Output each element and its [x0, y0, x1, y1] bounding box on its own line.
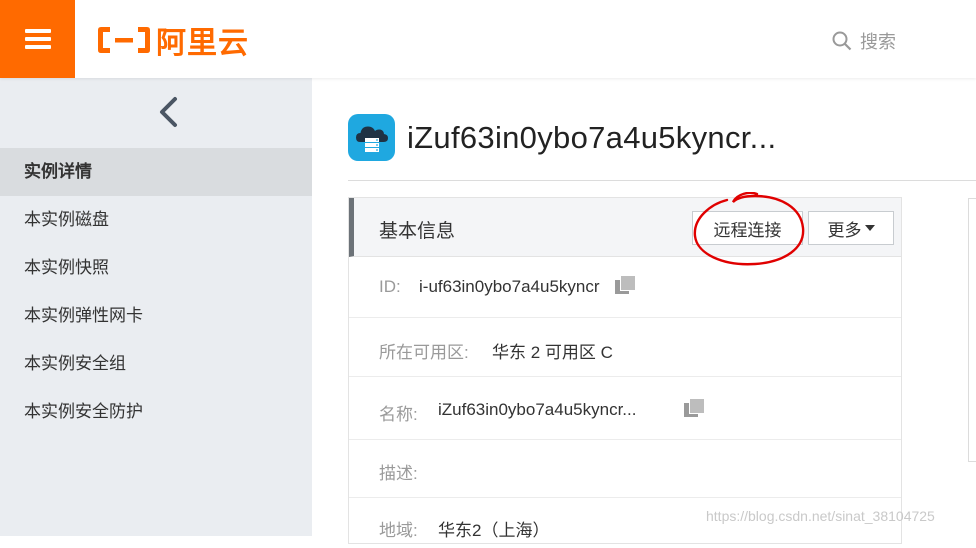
sidebar-item-instance-details[interactable]: 实例详情 [0, 148, 312, 196]
copy-icon[interactable] [684, 398, 705, 418]
top-bar: 阿里云 搜索 [0, 0, 976, 78]
more-label: 更多 [827, 220, 862, 240]
search-button[interactable]: 搜索 [832, 28, 896, 54]
zone-value: 华东 2 可用区 C [492, 343, 613, 362]
chevron-left-icon[interactable] [155, 96, 183, 128]
brand-name: 阿里云 [156, 26, 249, 61]
main-content: iZuf63in0ybo7a4u5kyncr... 基本信息 远程连接 更多 I… [312, 78, 976, 544]
sidebar-item-disks[interactable]: 本实例磁盘 [0, 196, 312, 244]
name-label: 名称: [379, 405, 418, 424]
card-header: 基本信息 远程连接 更多 [349, 192, 901, 266]
name-value: iZuf63in0ybo7a4u5kyncr... [438, 400, 637, 419]
region-label: 地域: [379, 521, 418, 540]
page-header: iZuf63in0ybo7a4u5kyncr... [348, 114, 776, 161]
more-button[interactable]: 更多 [808, 211, 894, 245]
menu-button[interactable] [0, 0, 75, 78]
sidebar-nav: 实例详情 本实例磁盘 本实例快照 本实例弹性网卡 本实例安全组 本实例安全防护 [0, 148, 312, 436]
search-label: 搜索 [860, 32, 896, 52]
page-title: iZuf63in0ybo7a4u5kyncr... [407, 119, 777, 155]
aliyun-logo-mark-icon [98, 27, 150, 53]
hamburger-icon [24, 25, 51, 53]
card-title: 基本信息 [379, 221, 456, 242]
sidebar: 实例详情 本实例磁盘 本实例快照 本实例弹性网卡 本实例安全组 本实例安全防护 [0, 78, 312, 536]
info-row-zone: 所在可用区: 华东 2 可用区 C [349, 318, 901, 377]
search-icon [832, 31, 852, 51]
caret-down-icon [864, 225, 875, 231]
region-value: 华东2（上海） [438, 521, 550, 540]
zone-label: 所在可用区: [379, 343, 469, 362]
sidebar-item-security-protection[interactable]: 本实例安全防护 [0, 388, 312, 436]
sidebar-item-snapshots[interactable]: 本实例快照 [0, 244, 312, 292]
aliyun-logo[interactable]: 阿里云 [96, 22, 249, 61]
title-divider [348, 180, 976, 181]
adjacent-panel-edge [968, 198, 976, 462]
sidebar-item-security-group[interactable]: 本实例安全组 [0, 340, 312, 388]
watermark: https://blog.csdn.net/sinat_38104725 [706, 508, 935, 524]
id-value: i-uf63in0ybo7a4u5kyncr [419, 277, 600, 296]
copy-icon[interactable] [615, 275, 636, 295]
remote-connect-button[interactable]: 远程连接 [692, 211, 803, 245]
info-row-id: ID: i-uf63in0ybo7a4u5kyncr [349, 257, 901, 318]
cloud-server-icon [356, 126, 388, 152]
basic-info-card: 基本信息 远程连接 更多 ID: i-uf63in0ybo7a4u5kyncr … [348, 192, 902, 544]
info-row-description: 描述: [349, 440, 901, 498]
ecs-instance-icon [348, 114, 395, 161]
description-label: 描述: [379, 464, 418, 483]
id-label: ID: [379, 277, 401, 296]
info-row-name: 名称: iZuf63in0ybo7a4u5kyncr... [349, 377, 901, 440]
sidebar-item-elastic-nic[interactable]: 本实例弹性网卡 [0, 292, 312, 340]
